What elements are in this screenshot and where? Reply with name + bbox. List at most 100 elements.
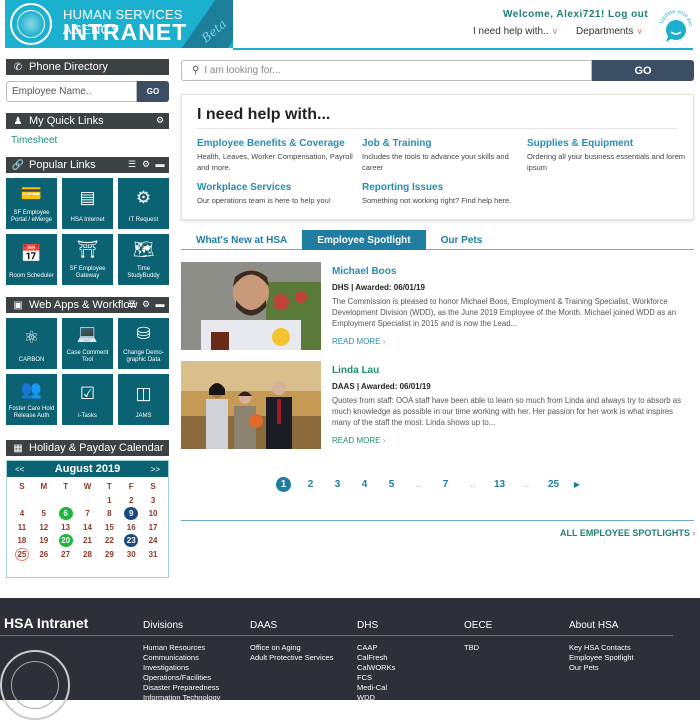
page-link[interactable]: 3 <box>324 479 351 490</box>
tile-case-comment-tool[interactable]: 💻 Case Comment Tool <box>62 318 113 369</box>
calendar-day[interactable]: 12 <box>33 521 55 535</box>
footer-link[interactable]: CalWORKs <box>357 663 395 673</box>
calendar-day[interactable]: 30 <box>120 548 142 562</box>
footer-link[interactable]: Adult Protective Services <box>250 653 333 663</box>
calendar-day[interactable]: 15 <box>98 521 120 535</box>
help-item-benefits[interactable]: Employee Benefits & Coverage Health, Lea… <box>197 138 362 173</box>
calendar-day[interactable]: 11 <box>11 521 33 535</box>
footer-link[interactable]: Key HSA Contacts <box>569 643 634 653</box>
calendar-day-holiday[interactable]: 6 <box>55 507 77 521</box>
tile-i-tasks[interactable]: ☑ i-Tasks <box>62 374 113 425</box>
footer-link[interactable]: Our Pets <box>569 663 634 673</box>
calendar-day[interactable]: 21 <box>77 534 99 548</box>
footer-link[interactable]: Medi-Cal <box>357 683 395 693</box>
tile-foster-care-hold[interactable]: 👥 Foster Care Hold Release Auth <box>6 374 57 425</box>
page-link[interactable]: 13 <box>486 479 513 490</box>
footer-link[interactable]: WDD <box>357 693 395 703</box>
calendar-day[interactable]: 22 <box>98 534 120 548</box>
calendar-day[interactable]: 8 <box>98 507 120 521</box>
footer-link[interactable]: FCS <box>357 673 395 683</box>
calendar-day-payday[interactable]: 23 <box>120 534 142 548</box>
calendar-day[interactable]: 17 <box>142 521 164 535</box>
footer-link[interactable]: Operations/Facilities <box>143 673 220 683</box>
tile-it-request[interactable]: ⚙ IT Request <box>118 178 169 229</box>
help-item-reporting[interactable]: Reporting Issues Something not working r… <box>362 182 527 206</box>
tile-sf-employee-portal[interactable]: 💳 SF Employee Portal / eMerge <box>6 178 57 229</box>
help-item-title[interactable]: Supplies & Equipment <box>527 138 692 149</box>
prev-month-button[interactable]: << <box>15 465 24 474</box>
logo[interactable]: HUMAN SERVICES AGENCY INTRANET Beta <box>5 0 233 48</box>
post-photo[interactable] <box>181 262 321 350</box>
footer-link[interactable]: Communications <box>143 653 220 663</box>
footer-link[interactable]: TBD <box>464 643 492 653</box>
next-page-icon[interactable]: ▶ <box>567 480 587 489</box>
update-picture-avatar[interactable]: Update your picture <box>655 2 695 44</box>
help-item-title[interactable]: Job & Training <box>362 138 527 149</box>
tile-sf-employee-gateway[interactable]: ⛩ SF Employee Gateway <box>62 234 113 285</box>
logout-link[interactable]: Log out <box>608 9 648 20</box>
calendar-day[interactable]: 14 <box>77 521 99 535</box>
next-month-button[interactable]: >> <box>151 465 160 474</box>
calendar-day[interactable]: 10 <box>142 507 164 521</box>
page-link[interactable]: 4 <box>351 479 378 490</box>
all-employee-spotlights-link[interactable]: ALL EMPLOYEE SPOTLIGHTS › <box>560 528 695 538</box>
calendar-day-payday[interactable]: 9 <box>120 507 142 521</box>
tile-change-demographic-data[interactable]: ⛁ Change Demo-graphic Data <box>118 318 169 369</box>
footer-link[interactable]: Investigations <box>143 663 220 673</box>
tile-hsa-internet[interactable]: ▤ HSA Internet <box>62 178 113 229</box>
calendar-day[interactable]: 26 <box>33 548 55 562</box>
page-link[interactable]: 25 <box>540 479 567 490</box>
page-link[interactable]: 5 <box>378 479 405 490</box>
footer-link[interactable]: CAAP <box>357 643 395 653</box>
post-photo[interactable] <box>181 361 321 449</box>
tab-employee-spotlight[interactable]: Employee Spotlight <box>302 230 426 250</box>
tab-our-pets[interactable]: Our Pets <box>426 230 498 250</box>
calendar-day[interactable]: 4 <box>11 507 33 521</box>
calendar-day[interactable]: 24 <box>142 534 164 548</box>
list-icon[interactable]: ☰ <box>127 159 137 170</box>
footer-link[interactable]: Employee Spotlight <box>569 653 634 663</box>
calendar-day[interactable]: 18 <box>11 534 33 548</box>
gear-icon[interactable]: ⚙ <box>141 159 151 170</box>
page-link[interactable]: 7 <box>432 479 459 490</box>
calendar-day[interactable]: 29 <box>98 548 120 562</box>
calendar-day[interactable]: 1 <box>98 494 120 508</box>
site-search-input[interactable]: ⚲ I am looking for... <box>181 60 592 81</box>
read-more-link[interactable]: READ MORE › <box>332 436 385 445</box>
search-go-button[interactable]: GO <box>592 60 694 81</box>
help-item-workplace[interactable]: Workplace Services Our operations team i… <box>197 182 362 206</box>
help-item-job-training[interactable]: Job & Training Includes the tools to adv… <box>362 138 527 173</box>
calendar-day[interactable]: 3 <box>142 494 164 508</box>
help-item-title[interactable]: Workplace Services <box>197 182 362 193</box>
calendar-day-today[interactable]: 25 <box>11 547 33 562</box>
nav-help-dropdown[interactable]: I need help with.. ∨ <box>473 26 558 37</box>
help-item-title[interactable]: Employee Benefits & Coverage <box>197 138 362 149</box>
phone-go-button[interactable]: GO <box>137 81 169 102</box>
calendar-day[interactable]: 16 <box>120 521 142 535</box>
help-item-supplies[interactable]: Supplies & Equipment Ordering all your b… <box>527 138 692 173</box>
calendar-day-holiday[interactable]: 20 <box>55 534 77 548</box>
read-more-link[interactable]: READ MORE › <box>332 337 385 346</box>
tile-room-scheduler[interactable]: 📅 Room Scheduler <box>6 234 57 285</box>
page-link[interactable]: 2 <box>297 479 324 490</box>
calendar-day[interactable]: 19 <box>33 534 55 548</box>
gear-icon[interactable]: ⚙ <box>141 299 151 310</box>
post-name[interactable]: Linda Lau <box>332 365 379 376</box>
footer-link[interactable]: CalFresh <box>357 653 395 663</box>
footer-link[interactable]: Human Resources <box>143 643 220 653</box>
tile-jams[interactable]: ◫ JAMS <box>118 374 169 425</box>
calendar-day[interactable]: 28 <box>77 548 99 562</box>
welcome-link[interactable]: Welcome, Alexi721! <box>503 9 605 20</box>
nav-departments-dropdown[interactable]: Departments ∨ <box>576 26 643 37</box>
tab-whats-new[interactable]: What's New at HSA <box>181 230 302 250</box>
calendar-day[interactable]: 27 <box>55 548 77 562</box>
calendar-day[interactable]: 7 <box>77 507 99 521</box>
minimize-icon[interactable]: ▬ <box>155 299 165 310</box>
footer-link[interactable]: Disaster Preparedness <box>143 683 220 693</box>
calendar-day[interactable]: 5 <box>33 507 55 521</box>
minimize-icon[interactable]: ▬ <box>155 159 165 170</box>
tile-time-studybuddy[interactable]: 🗺 Time StudyBuddy <box>118 234 169 285</box>
help-item-title[interactable]: Reporting Issues <box>362 182 527 193</box>
footer-link[interactable]: Information Technology <box>143 693 220 703</box>
list-icon[interactable]: ☰ <box>127 299 137 310</box>
